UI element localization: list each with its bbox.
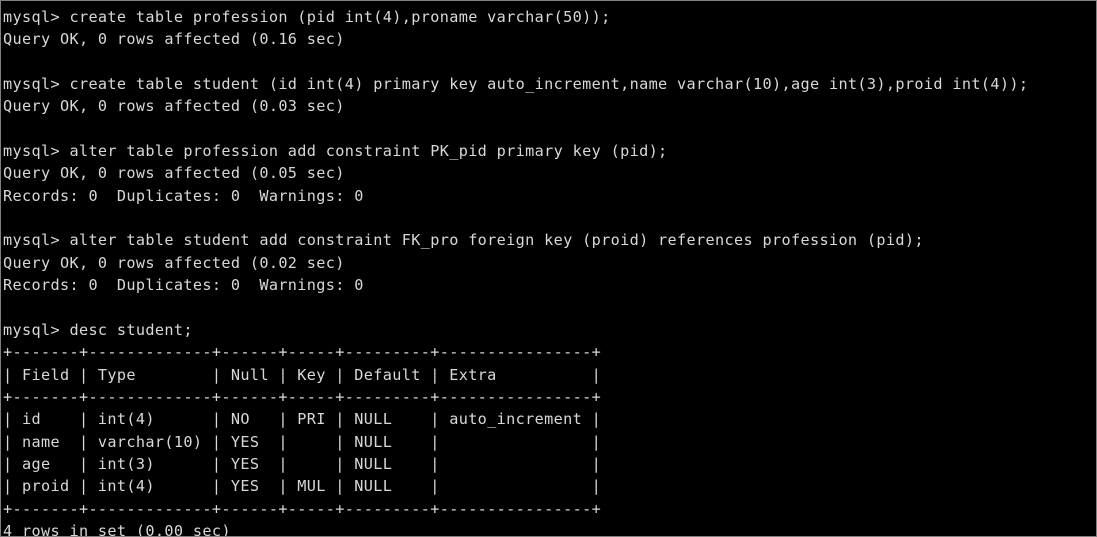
console-line: mysql> desc student;	[3, 320, 193, 339]
console-output[interactable]: mysql> create table profession (pid int(…	[3, 6, 1029, 537]
console-line: +-------+-------------+------+-----+----…	[3, 343, 602, 362]
console-line: +-------+-------------+------+-----+----…	[3, 499, 602, 518]
console-line: | proid | int(4) | YES | MUL | NULL | |	[3, 477, 602, 496]
console-line: mysql> alter table profession add constr…	[3, 142, 668, 161]
console-line: mysql> create table profession (pid int(…	[3, 8, 611, 26]
console-line: 4 rows in set (0.00 sec)	[3, 521, 231, 537]
console-line: | name | varchar(10) | YES | | NULL | |	[3, 432, 602, 451]
console-line: mysql> alter table student add constrain…	[3, 231, 924, 250]
console-line: | id | int(4) | NO | PRI | NULL | auto_i…	[3, 410, 602, 429]
console-line: Query OK, 0 rows affected (0.05 sec)	[3, 164, 345, 183]
console-line: Records: 0 Duplicates: 0 Warnings: 0	[3, 186, 364, 205]
console-line: Query OK, 0 rows affected (0.02 sec)	[3, 253, 345, 272]
console-line: mysql> create table student (id int(4) p…	[3, 75, 1029, 94]
console-line: Records: 0 Duplicates: 0 Warnings: 0	[3, 276, 364, 295]
console-line: | age | int(3) | YES | | NULL | |	[3, 454, 602, 473]
console-line: Query OK, 0 rows affected (0.03 sec)	[3, 97, 345, 116]
console-line: +-------+-------------+------+-----+----…	[3, 387, 602, 406]
console-line: | Field | Type | Null | Key | Default | …	[3, 365, 602, 384]
mysql-terminal-window[interactable]: mysql> create table profession (pid int(…	[0, 0, 1097, 537]
console-line: Query OK, 0 rows affected (0.16 sec)	[3, 30, 345, 49]
